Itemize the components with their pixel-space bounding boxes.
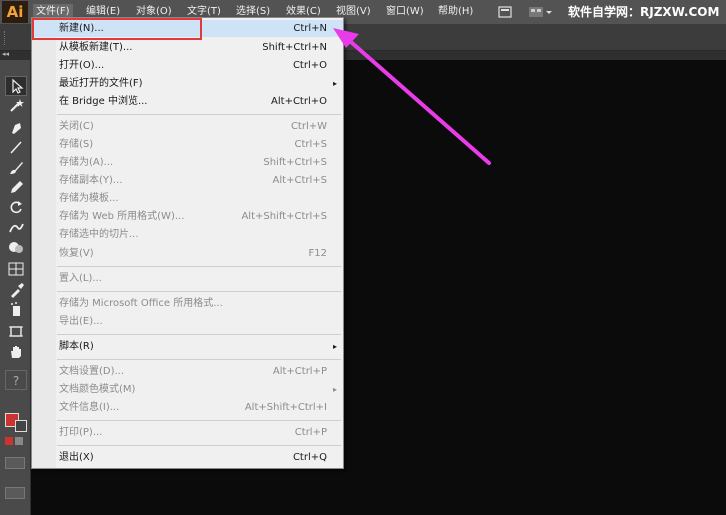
pointer-arrow-annotation	[333, 28, 491, 165]
